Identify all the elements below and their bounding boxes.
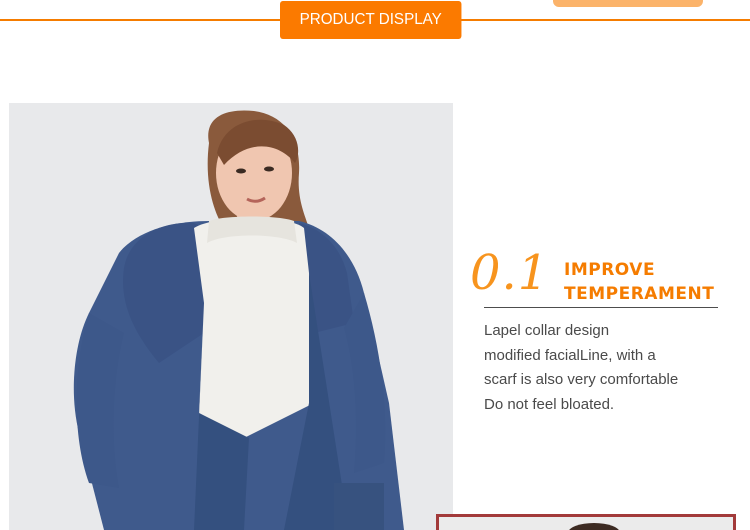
feature-description-line: Do not feel bloated. (484, 395, 615, 413)
feature-description-line: modified facialLine, with a (484, 346, 656, 364)
feature-number: 0.1 (470, 245, 550, 301)
next-product-card (436, 514, 736, 530)
product-photo (9, 103, 453, 530)
feature-title: IMPROVE TEMPERAMENT (564, 258, 714, 306)
feature-description-line: scarf is also very comfortable (484, 371, 679, 388)
feature-divider (484, 307, 718, 308)
feature-title-line1: IMPROVE (564, 260, 656, 280)
top-right-decor (553, 0, 703, 7)
section-title-tab: PRODUCT DISPLAY (280, 1, 462, 39)
model-in-blue-hooded-coat-icon (9, 103, 453, 530)
next-product-photo-icon (439, 517, 733, 530)
feature-title-line2: TEMPERAMENT (564, 284, 715, 304)
feature-description-line: Lapel collar design (484, 322, 610, 339)
feature-description: Lapel collar design modified facialLine,… (484, 319, 724, 417)
